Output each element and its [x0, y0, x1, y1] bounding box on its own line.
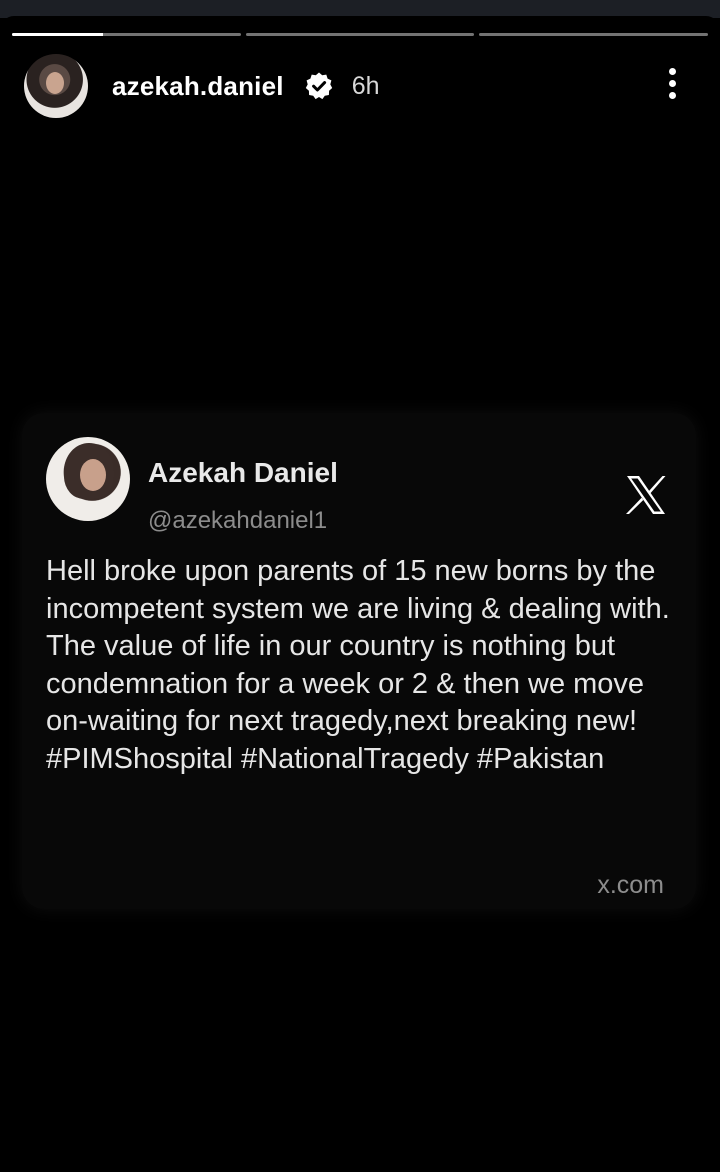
story-header: azekah.daniel 6h [24, 54, 696, 118]
username[interactable]: azekah.daniel [112, 71, 284, 102]
progress-segment-1 [12, 33, 241, 36]
dot [668, 80, 676, 87]
progress-segment-2 [245, 33, 475, 36]
tweet-card[interactable]: Azekah Daniel @azekahdaniel1 Hell broke … [22, 413, 696, 909]
dot [668, 92, 676, 99]
avatar[interactable] [24, 54, 88, 118]
post-time: 6h [351, 71, 380, 100]
progress-fill [12, 33, 104, 36]
verified-badge-icon [305, 72, 332, 100]
x-logo-icon [626, 476, 666, 514]
story-viewer[interactable]: azekah.daniel 6h Azekah Daniel @azekahda… [0, 16, 720, 1172]
progress-segment-3 [479, 33, 709, 36]
tweet-source-link[interactable]: x.com [597, 871, 664, 900]
tweet-handle: @azekahdaniel1 [148, 507, 328, 534]
story-progress [12, 33, 709, 36]
tweet-display-name: Azekah Daniel [148, 457, 338, 488]
dot [668, 68, 676, 75]
tweet-text: Hell broke upon parents of 15 new borns … [46, 555, 670, 775]
more-vertical-icon[interactable] [664, 68, 680, 104]
tweet-author-avatar [46, 437, 130, 521]
